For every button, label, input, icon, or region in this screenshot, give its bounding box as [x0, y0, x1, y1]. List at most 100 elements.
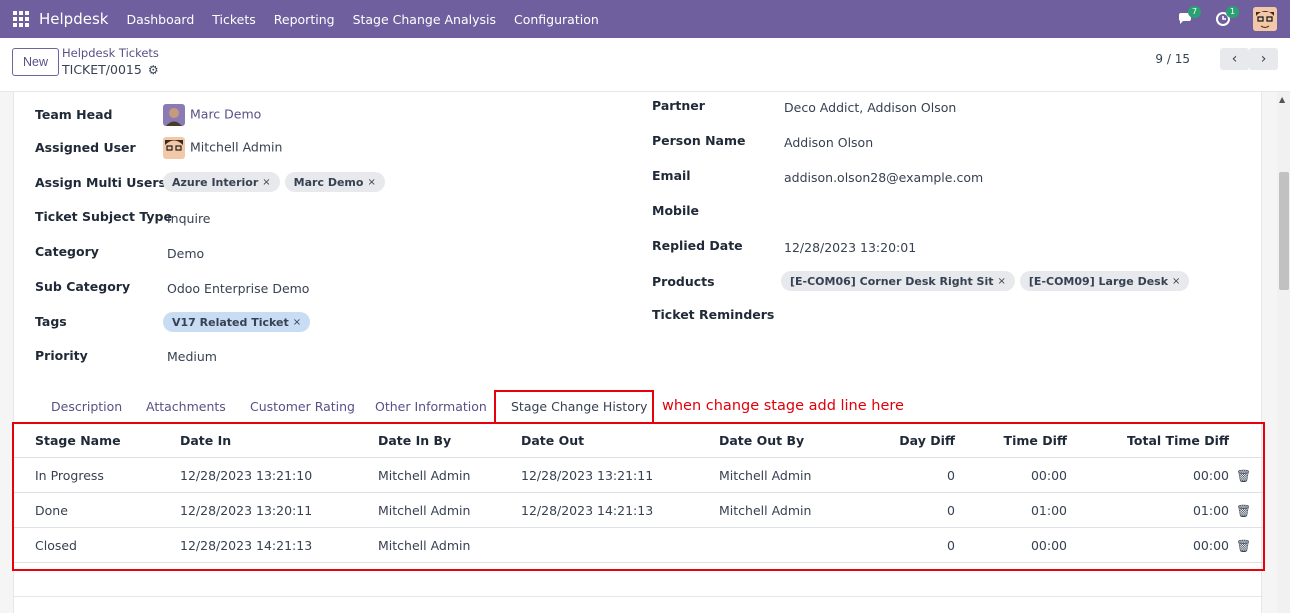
- multi-users-label: Assign Multi Users: [35, 175, 166, 190]
- remove-tag-icon[interactable]: ×: [1172, 276, 1180, 287]
- priority-value[interactable]: Medium: [167, 349, 217, 364]
- menu-stage-change-analysis[interactable]: Stage Change Analysis: [353, 12, 496, 27]
- assigned-user-value[interactable]: Mitchell Admin: [190, 140, 282, 155]
- activities-badge: 1: [1226, 6, 1240, 18]
- tag-v17-related-ticket: V17 Related Ticket ×: [163, 312, 311, 332]
- tag-marc-demo: Marc Demo ×: [284, 172, 385, 192]
- tag-product: [E-COM09] Large Desk ×: [1019, 271, 1190, 291]
- email-value[interactable]: addison.olson28@example.com: [784, 170, 983, 185]
- top-navbar: Helpdesk Dashboard Tickets Reporting Sta…: [0, 0, 1290, 38]
- cell-stage-name: Done: [35, 503, 68, 518]
- app-name[interactable]: Helpdesk: [39, 10, 108, 28]
- menu-tickets[interactable]: Tickets: [212, 12, 256, 27]
- cell-date-out-by: Mitchell Admin: [719, 468, 812, 483]
- scroll-up-icon[interactable]: ▲: [1279, 95, 1285, 104]
- person-name-label: Person Name: [652, 133, 746, 148]
- menu-dashboard[interactable]: Dashboard: [126, 12, 194, 27]
- sub-category-value[interactable]: Odoo Enterprise Demo: [167, 281, 309, 296]
- priority-label: Priority: [35, 348, 88, 363]
- tab-customer-rating[interactable]: Customer Rating: [250, 399, 355, 414]
- trash-icon[interactable]: 🗑: [1236, 539, 1251, 553]
- table-row[interactable]: Closed 12/28/2023 14:21:13 Mitchell Admi…: [14, 528, 1263, 563]
- tab-attachments[interactable]: Attachments: [146, 399, 226, 414]
- apps-menu-icon[interactable]: [13, 10, 30, 28]
- col-stage-name[interactable]: Stage Name: [35, 433, 121, 448]
- tab-other-information[interactable]: Other Information: [375, 399, 487, 414]
- tags-label: Tags: [35, 314, 67, 329]
- menu-configuration[interactable]: Configuration: [514, 12, 599, 27]
- email-label: Email: [652, 168, 691, 183]
- cell-day-diff: 0: [947, 468, 955, 483]
- tab-stage-change-history[interactable]: Stage Change History: [511, 399, 647, 414]
- tab-stage-change-history-highlight: Stage Change History: [494, 390, 654, 424]
- breadcrumb-helpdesk-tickets[interactable]: Helpdesk Tickets: [62, 46, 159, 60]
- cell-date-in-by: Mitchell Admin: [378, 503, 471, 518]
- ticket-reminders-label: Ticket Reminders: [652, 307, 775, 322]
- remove-tag-icon[interactable]: ×: [293, 317, 301, 328]
- activities-button[interactable]: 1: [1215, 6, 1240, 29]
- cell-date-out: 12/28/2023 14:21:13: [521, 503, 654, 518]
- messages-button[interactable]: 7: [1177, 6, 1202, 29]
- cell-date-in-by: Mitchell Admin: [378, 538, 471, 553]
- table-row[interactable]: Done 12/28/2023 13:20:11 Mitchell Admin …: [14, 493, 1263, 528]
- cell-date-out: 12/28/2023 13:21:11: [521, 468, 654, 483]
- assigned-user-label: Assigned User: [35, 140, 136, 155]
- team-head-field[interactable]: Marc Demo: [163, 104, 261, 126]
- menu-reporting[interactable]: Reporting: [274, 12, 335, 27]
- category-value[interactable]: Demo: [167, 246, 204, 261]
- remove-tag-icon[interactable]: ×: [998, 276, 1006, 287]
- cell-time-diff: 00:00: [1030, 468, 1067, 483]
- messages-badge: 7: [1188, 6, 1202, 18]
- col-date-out-by[interactable]: Date Out By: [719, 433, 804, 448]
- assigned-user-field[interactable]: Mitchell Admin: [163, 137, 282, 159]
- cell-stage-name: In Progress: [35, 468, 104, 483]
- tab-description[interactable]: Description: [51, 399, 122, 414]
- record-name: TICKET/0015: [62, 62, 142, 77]
- trash-icon[interactable]: 🗑: [1236, 504, 1251, 518]
- col-date-in-by[interactable]: Date In By: [378, 433, 451, 448]
- scrollbar-thumb[interactable]: [1279, 172, 1289, 290]
- tag-product: [E-COM06] Corner Desk Right Sit ×: [781, 271, 1015, 291]
- table-row[interactable]: In Progress 12/28/2023 13:21:10 Mitchell…: [14, 458, 1263, 493]
- remove-tag-icon[interactable]: ×: [262, 177, 270, 188]
- sub-category-label: Sub Category: [35, 279, 131, 294]
- col-time-diff[interactable]: Time Diff: [964, 433, 1067, 448]
- team-head-label: Team Head: [35, 107, 113, 122]
- cell-date-out-by: Mitchell Admin: [719, 503, 812, 518]
- partner-value[interactable]: Deco Addict, Addison Olson: [784, 100, 956, 115]
- pager-next-button[interactable]: ›: [1249, 48, 1278, 70]
- products-tags[interactable]: [E-COM06] Corner Desk Right Sit × [E-COM0…: [781, 271, 1194, 291]
- cell-day-diff: 0: [947, 503, 955, 518]
- team-head-value[interactable]: Marc Demo: [190, 107, 261, 122]
- cell-time-diff: 00:00: [1030, 538, 1067, 553]
- person-name-value[interactable]: Addison Olson: [784, 135, 873, 150]
- mobile-label: Mobile: [652, 203, 700, 218]
- col-total-time-diff[interactable]: Total Time Diff: [1104, 433, 1229, 448]
- col-date-out[interactable]: Date Out: [521, 433, 584, 448]
- products-label: Products: [652, 274, 715, 289]
- multi-users-tags[interactable]: Azure Interior × Marc Demo ×: [163, 172, 390, 192]
- new-button[interactable]: New: [12, 48, 59, 76]
- tags-field[interactable]: V17 Related Ticket ×: [163, 312, 315, 332]
- tag-azure-interior: Azure Interior ×: [163, 172, 280, 192]
- cell-date-in: 12/28/2023 13:20:11: [180, 503, 313, 518]
- subject-type-value[interactable]: Inquire: [167, 211, 211, 226]
- category-label: Category: [35, 244, 99, 259]
- cell-date-in: 12/28/2023 14:21:13: [180, 538, 313, 553]
- gear-icon[interactable]: ⚙: [148, 63, 159, 77]
- replied-date-label: Replied Date: [652, 238, 743, 253]
- remove-tag-icon[interactable]: ×: [367, 177, 375, 188]
- scrollbar[interactable]: [1277, 92, 1290, 613]
- user-avatar[interactable]: [1253, 7, 1277, 31]
- col-day-diff[interactable]: Day Diff: [854, 433, 955, 448]
- replied-date-value[interactable]: 12/28/2023 13:20:01: [784, 240, 916, 255]
- col-date-in[interactable]: Date In: [180, 433, 231, 448]
- pager-value[interactable]: 9 / 15: [1155, 52, 1190, 66]
- trash-icon[interactable]: 🗑: [1236, 469, 1251, 483]
- cell-date-in-by: Mitchell Admin: [378, 468, 471, 483]
- pager-previous-button[interactable]: ‹: [1220, 48, 1249, 70]
- chevron-right-icon: ›: [1260, 51, 1267, 67]
- mitchell-admin-avatar: [163, 137, 185, 159]
- control-panel: New Helpdesk Tickets TICKET/0015 ⚙ 9 / 1…: [0, 38, 1290, 92]
- cell-total-time-diff: 01:00: [1192, 503, 1229, 518]
